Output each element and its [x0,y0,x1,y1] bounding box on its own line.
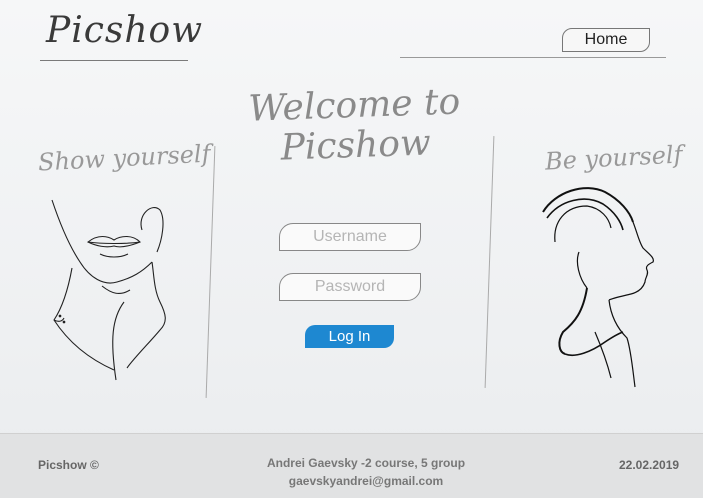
footer-credits: Andrei Gaevsky -2 course, 5 group gaevsk… [240,454,492,490]
face-line-art-illustration [51,199,166,381]
password-input[interactable] [279,273,421,301]
welcome-title: Welcome to Picshow [239,81,472,170]
footer-brand: Picshow © [38,458,99,472]
left-heading: Show yourself [37,139,212,177]
logo-underline [40,60,188,61]
welcome-line-2: Picshow [279,122,432,169]
footer-author: Andrei Gaevsky -2 course, 5 group [266,456,466,470]
welcome-line-1: Welcome to [247,81,461,130]
right-divider [484,136,495,388]
home-button[interactable]: Home [562,28,650,52]
site-logo[interactable]: Picshow [46,10,203,51]
footer: Picshow © Andrei Gaevsky -2 course, 5 gr… [0,433,703,498]
left-divider [205,146,216,398]
username-input[interactable] [279,223,421,251]
footer-email[interactable]: gaevskyandrei@gmail.com [240,472,492,490]
login-button[interactable]: Log In [305,325,394,348]
nav-divider-line [400,57,666,58]
footer-date: 22.02.2019 [619,458,680,472]
man-profile-line-art-illustration [542,187,654,388]
right-heading: Be yourself [544,140,684,176]
